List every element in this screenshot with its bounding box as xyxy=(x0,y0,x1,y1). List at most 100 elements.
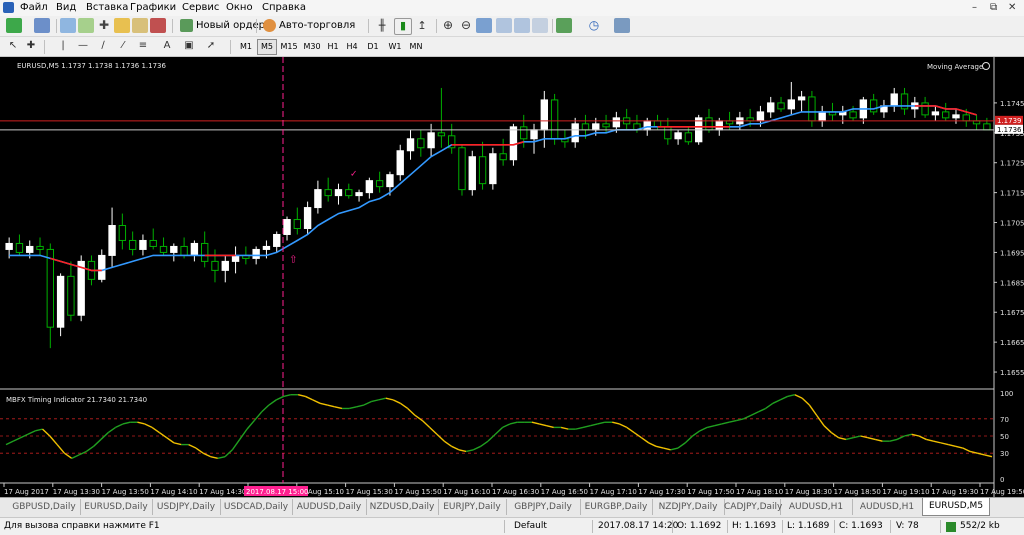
new-order-label: Новый ордер xyxy=(196,20,265,31)
menu-tools[interactable]: Сервис xyxy=(182,2,219,13)
indicators-icon[interactable] xyxy=(556,18,572,33)
candle-body xyxy=(787,99,796,110)
restore-icon[interactable]: ⧉ xyxy=(990,2,997,13)
periods-icon[interactable]: ◷ xyxy=(586,18,602,33)
tab-usdjpy-daily[interactable]: USDJPY,Daily xyxy=(152,499,221,515)
candle-body xyxy=(808,96,816,122)
tab-gbpjpy-daily[interactable]: GBPJPY,Daily xyxy=(506,499,581,515)
tab-eurusd-m5[interactable]: EURUSD,M5 xyxy=(922,498,990,516)
time-tick-label: 17 Aug 13:30 xyxy=(53,488,100,496)
candle-body xyxy=(355,192,363,197)
oscillator-segment xyxy=(560,426,569,430)
oscillator-segment xyxy=(429,426,438,435)
bar-chart-icon[interactable]: ╫ xyxy=(374,18,390,33)
zoom-out-icon[interactable]: ⊖ xyxy=(458,18,474,33)
menu-window[interactable]: Окно xyxy=(226,2,253,13)
tab-eurgbp-daily[interactable]: EURGBP,Daily xyxy=(580,499,653,515)
profiles-icon[interactable] xyxy=(34,18,50,33)
timeframe-mn[interactable]: MN xyxy=(406,39,426,55)
tab-nzdusd-daily[interactable]: NZDUSD,Daily xyxy=(366,499,439,515)
tab-usdcad-daily[interactable]: USDCAD,Daily xyxy=(220,499,293,515)
candle-body xyxy=(26,245,34,253)
profile-name[interactable]: Default xyxy=(514,520,547,533)
data-window-icon[interactable] xyxy=(78,18,94,33)
auto-trading-button[interactable]: Авто-торговля xyxy=(261,18,358,33)
equidistant-channel-icon[interactable]: ⁄ xyxy=(116,39,130,53)
zoom-in-icon[interactable]: ⊕ xyxy=(440,18,456,33)
new-chart-icon[interactable] xyxy=(6,18,22,33)
time-tick-label: 17 Aug 16:30 xyxy=(492,488,539,496)
oscillator-segment xyxy=(144,423,153,429)
bar-datetime: 2017.08.17 14:20 xyxy=(598,521,679,531)
menu-view[interactable]: Вид xyxy=(56,2,76,13)
minimize-icon[interactable]: – xyxy=(972,2,977,13)
chart-window[interactable]: 1.17451.17351.17251.17151.17051.16951.16… xyxy=(0,57,1024,497)
tab-audusd-h1[interactable]: AUDUSD,H1 xyxy=(780,499,853,515)
oscillator-segment xyxy=(487,433,496,442)
crosshair-icon[interactable]: ✚ xyxy=(24,39,38,53)
market-watch-icon[interactable] xyxy=(60,18,76,33)
timeframe-m1[interactable]: M1 xyxy=(236,39,256,55)
timeframe-m30[interactable]: M30 xyxy=(301,39,323,55)
text-label-icon[interactable]: ▣ xyxy=(182,39,196,53)
oscillator-segment xyxy=(940,442,949,446)
favorites-icon[interactable] xyxy=(114,18,130,33)
candlestick-icon[interactable]: ▮ xyxy=(394,18,412,35)
tab-eurjpy-daily[interactable]: EURJPY,Daily xyxy=(438,499,507,515)
templates-icon[interactable] xyxy=(614,18,630,33)
cursor-icon[interactable]: ↖ xyxy=(6,39,20,53)
oscillator-segment xyxy=(195,447,204,454)
menu-insert[interactable]: Вставка xyxy=(86,2,128,13)
menu-file[interactable]: Файл xyxy=(20,2,48,13)
oscillator-segment xyxy=(845,437,854,441)
timeframe-h1[interactable]: H1 xyxy=(324,39,342,55)
chart-canvas[interactable]: 1.17451.17351.17251.17151.17051.16951.16… xyxy=(0,57,1024,497)
tab-eurusd-daily[interactable]: EURUSD,Daily xyxy=(80,499,153,515)
oscillator-segment xyxy=(619,423,628,429)
menu-charts[interactable]: Графики xyxy=(130,2,176,13)
tab-audusd-daily[interactable]: AUDUSD,Daily xyxy=(292,499,367,515)
navigator-icon[interactable]: ✚ xyxy=(96,18,112,33)
tab-gbpusd-daily[interactable]: GBPUSD,Daily xyxy=(8,499,81,515)
strategy-tester-icon[interactable] xyxy=(150,18,166,33)
oscillator-segment xyxy=(275,395,284,401)
close-icon[interactable]: ✕ xyxy=(1008,2,1016,13)
line-chart-icon[interactable]: ↥ xyxy=(414,18,430,33)
terminal-icon[interactable] xyxy=(132,18,148,33)
candle-body xyxy=(674,132,682,140)
timeframe-h4[interactable]: H4 xyxy=(343,39,361,55)
candle-body xyxy=(5,242,13,250)
tab-nzdjpy-daily[interactable]: NZDJPY,Daily xyxy=(652,499,725,515)
oscillator-segment xyxy=(231,439,241,451)
timeframe-w1[interactable]: W1 xyxy=(385,39,405,55)
candle-body xyxy=(417,138,425,149)
timeframe-m5[interactable]: M5 xyxy=(257,39,277,55)
oscillator-segment xyxy=(736,418,744,422)
oscillator-segment xyxy=(392,399,401,404)
time-tick-label: 17 Aug 18:30 xyxy=(785,488,832,496)
tile-windows-icon[interactable] xyxy=(476,18,492,33)
timeframe-m15[interactable]: M15 xyxy=(278,39,300,55)
chart-properties-icon[interactable] xyxy=(532,18,548,33)
vertical-line-icon[interactable]: | xyxy=(56,39,70,53)
osc-tick-label: 100 xyxy=(1000,390,1013,398)
oscillator-segment xyxy=(728,419,737,423)
horizontal-line-icon[interactable]: — xyxy=(76,39,90,53)
oscillator-segment xyxy=(13,437,21,442)
oscillator-segment xyxy=(224,449,233,458)
tab-audusd-h1-2[interactable]: AUDUSD,H1 xyxy=(852,499,923,515)
oscillator-segment xyxy=(371,399,379,403)
trendline-icon[interactable]: ∕ xyxy=(96,39,110,53)
oscillator-segment xyxy=(473,445,482,451)
fibonacci-icon[interactable]: ≡ xyxy=(136,39,150,53)
timeframe-d1[interactable]: D1 xyxy=(364,39,382,55)
text-tool-icon[interactable]: A xyxy=(160,39,174,53)
autoscroll-icon[interactable] xyxy=(514,18,530,33)
check-marker: ✓ xyxy=(350,170,358,180)
new-order-button[interactable]: Новый ордер xyxy=(178,18,268,33)
tab-cadjpy-daily[interactable]: CADJPY,Daily xyxy=(724,499,782,515)
chart-shift-icon[interactable] xyxy=(496,18,512,33)
menu-help[interactable]: Справка xyxy=(262,2,306,13)
arrows-icon[interactable]: ➚ xyxy=(204,39,218,53)
traffic: 552/2 kb xyxy=(960,521,1000,531)
